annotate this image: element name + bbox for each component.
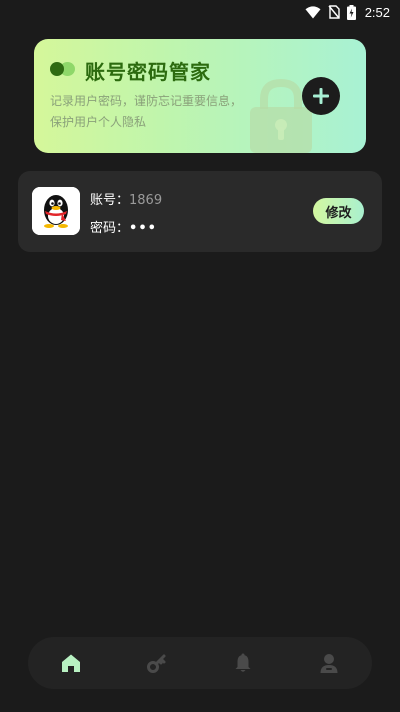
key-icon (147, 654, 166, 673)
account-username-row: 账号：1869 (90, 189, 162, 208)
wifi-icon (305, 5, 321, 18)
user-icon (320, 654, 338, 673)
edit-button[interactable]: 修改 (313, 198, 364, 224)
nav-keys[interactable] (135, 641, 179, 685)
nav-home[interactable] (49, 641, 93, 685)
header-description: 记录用户密码，谨防忘记重要信息，保护用户个人隐私 (50, 94, 243, 129)
account-card[interactable]: 账号：1869 密码：••• 修改 (18, 171, 382, 252)
header-card: 账号密码管家 记录用户密码，谨防忘记重要信息，保护用户个人隐私 (34, 39, 366, 153)
logo-toggle-icon (50, 62, 76, 76)
status-time: 2:52 (364, 4, 390, 20)
password-value: ••• (129, 221, 157, 236)
home-icon (62, 654, 80, 672)
battery-charging-icon (346, 4, 356, 20)
username-value: 1869 (129, 193, 163, 208)
password-label: 密码： (90, 221, 130, 236)
page-title: 账号密码管家 (85, 60, 211, 84)
plus-icon (313, 88, 329, 104)
nav-profile[interactable] (307, 641, 351, 685)
status-bar: 2:52 (0, 0, 400, 24)
add-account-button[interactable] (302, 77, 340, 115)
nav-notifications[interactable] (221, 641, 265, 685)
username-label: 账号： (90, 193, 130, 208)
no-sim-icon (328, 5, 340, 19)
qq-penguin-icon (32, 187, 80, 235)
bottom-nav (28, 637, 372, 689)
bell-icon (235, 653, 251, 672)
account-password-row: 密码：••• (90, 217, 157, 236)
